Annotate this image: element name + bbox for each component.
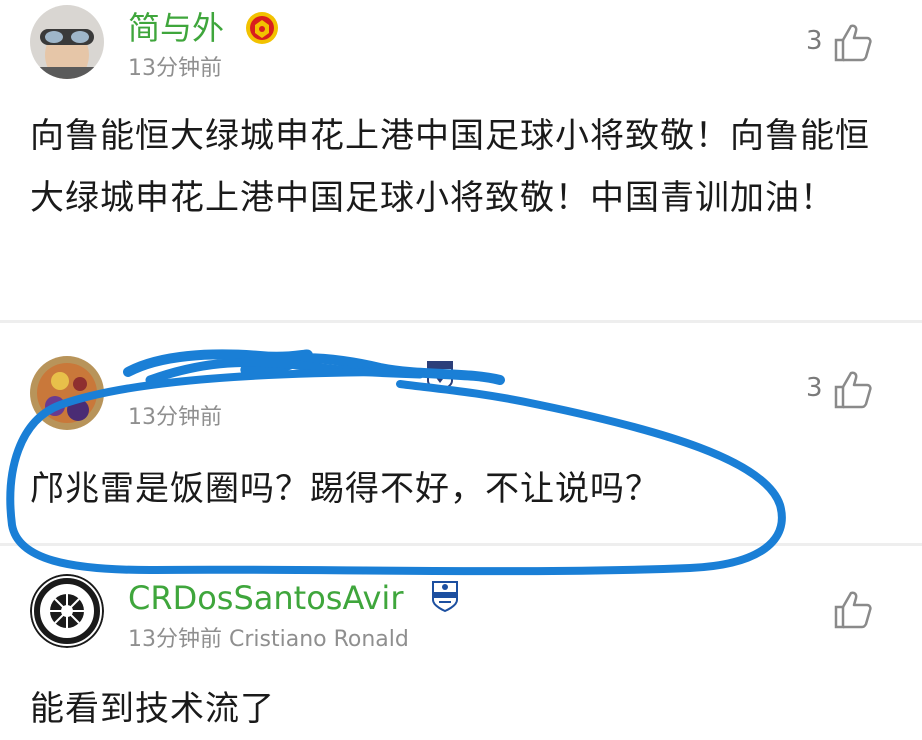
thumbs-up-icon <box>834 24 872 62</box>
username[interactable]: 简与外 <box>128 8 224 48</box>
thumbs-up-icon <box>834 591 872 629</box>
like-button[interactable] <box>800 587 880 631</box>
like-button[interactable]: 3 <box>800 20 880 64</box>
user-avatar[interactable] <box>30 5 104 79</box>
like-count: 3 <box>806 373 823 403</box>
user-avatar[interactable] <box>30 356 104 430</box>
comment-item-2: 13分钟前 3 邝兆雷是饭圈吗？踢得不好，不让说吗？ <box>0 323 922 543</box>
thumbs-up-icon <box>834 371 872 409</box>
username[interactable]: CRDosSantosAvir <box>128 578 403 618</box>
comment-item-1: 简与外 13分钟前 3 向鲁能恒大绿城申花上港中国足球小将致敬！向鲁能恒大绿城申… <box>0 0 922 320</box>
user-avatar[interactable] <box>30 574 104 648</box>
user-subtitle: Cristiano Ronald <box>229 627 409 652</box>
comment-item-3: CRDosSantosAvir 13分钟前 Cristiano Ronald 能… <box>0 546 922 729</box>
comment-time: 13分钟前 <box>128 405 222 430</box>
like-button[interactable]: 3 <box>800 367 880 411</box>
comment-text: 能看到技术流了 <box>30 689 275 729</box>
team-badge-icon <box>423 359 457 393</box>
comment-time: 13分钟前 Cristiano Ronald <box>128 627 409 652</box>
manchester-united-badge-icon <box>245 11 279 45</box>
like-count: 3 <box>806 26 823 56</box>
club-crest-icon <box>428 579 462 613</box>
comment-time: 13分钟前 <box>128 56 222 81</box>
comment-text: 邝兆雷是饭圈吗？踢得不好，不让说吗？ <box>30 469 660 509</box>
comment-text: 向鲁能恒大绿城申花上港中国足球小将致敬！向鲁能恒大绿城申花上港中国足球小将致敬！… <box>30 116 870 218</box>
